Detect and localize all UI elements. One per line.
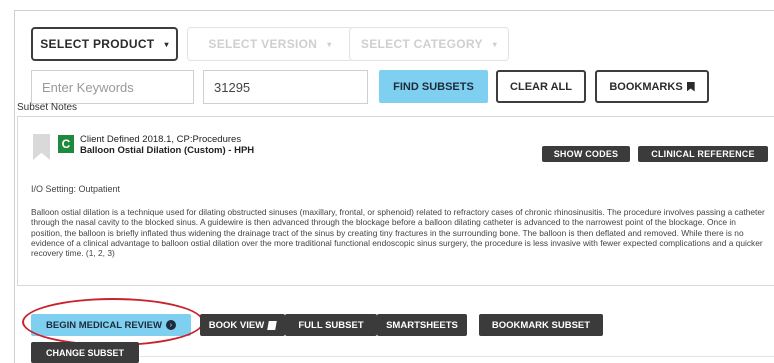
- subset-description: Balloon ostial dilation is a technique u…: [31, 207, 765, 259]
- show-codes-button[interactable]: SHOW CODES: [542, 146, 630, 162]
- change-subset-label: CHANGE SUBSET: [45, 347, 124, 358]
- subset-notes-heading: Subset Notes: [17, 102, 78, 113]
- find-subsets-button[interactable]: FIND SUBSETS: [379, 70, 488, 103]
- book-view-label: BOOK VIEW: [208, 319, 265, 331]
- divider: [140, 356, 774, 357]
- subset-title: Client Defined 2018.1, CP:Procedures Bal…: [80, 134, 254, 156]
- full-subset-button[interactable]: FULL SUBSET: [285, 314, 377, 336]
- highlight-annotation: [22, 298, 204, 346]
- subset-type-badge: C: [58, 135, 74, 153]
- clear-all-label: CLEAR ALL: [510, 80, 572, 93]
- code-input-value: 31295: [214, 79, 251, 95]
- full-subset-label: FULL SUBSET: [298, 319, 364, 331]
- select-version-label: SELECT VERSION: [208, 37, 318, 51]
- smartsheets-button[interactable]: SMARTSHEETS: [377, 314, 467, 336]
- code-input[interactable]: 31295: [203, 70, 368, 104]
- bookmarks-button[interactable]: BOOKMARKS: [595, 70, 709, 103]
- bookmark-toggle-icon[interactable]: [33, 134, 50, 160]
- select-product-dropdown[interactable]: SELECT PRODUCT ▾: [31, 27, 178, 61]
- book-icon: [267, 320, 277, 330]
- find-subsets-label: FIND SUBSETS: [393, 80, 474, 93]
- bookmark-subset-button[interactable]: BOOKMARK SUBSET: [479, 314, 603, 336]
- bookmark-subset-label: BOOKMARK SUBSET: [491, 319, 591, 331]
- clinical-reference-button[interactable]: CLINICAL REFERENCE: [638, 146, 768, 162]
- chevron-down-icon: ▾: [492, 39, 498, 49]
- subset-title-line1: Client Defined 2018.1, CP:Procedures: [80, 134, 242, 145]
- chevron-down-icon: ▾: [164, 39, 169, 49]
- change-subset-button[interactable]: CHANGE SUBSET: [31, 342, 139, 363]
- bookmarks-label: BOOKMARKS: [609, 80, 683, 93]
- clear-all-button[interactable]: CLEAR ALL: [496, 70, 586, 103]
- select-product-label: SELECT PRODUCT: [40, 37, 155, 51]
- bookmark-icon: [686, 81, 695, 92]
- book-view-button[interactable]: BOOK VIEW: [200, 314, 285, 336]
- keywords-placeholder: Enter Keywords: [42, 79, 134, 95]
- clinical-reference-label: CLINICAL REFERENCE: [651, 149, 755, 159]
- select-version-dropdown[interactable]: SELECT VERSION ▾: [187, 27, 353, 61]
- smartsheets-label: SMARTSHEETS: [386, 319, 458, 331]
- select-category-label: SELECT CATEGORY: [360, 37, 483, 51]
- chevron-down-icon: ▾: [327, 39, 332, 49]
- subset-card: C Client Defined 2018.1, CP:Procedures B…: [17, 116, 774, 286]
- io-setting-text: I/O Setting: Outpatient: [31, 184, 121, 194]
- show-codes-label: SHOW CODES: [553, 149, 619, 159]
- subset-title-line2: Balloon Ostial Dilation (Custom) - HPH: [80, 145, 255, 156]
- keywords-input[interactable]: Enter Keywords: [31, 70, 194, 104]
- select-category-dropdown[interactable]: SELECT CATEGORY ▾: [349, 27, 509, 61]
